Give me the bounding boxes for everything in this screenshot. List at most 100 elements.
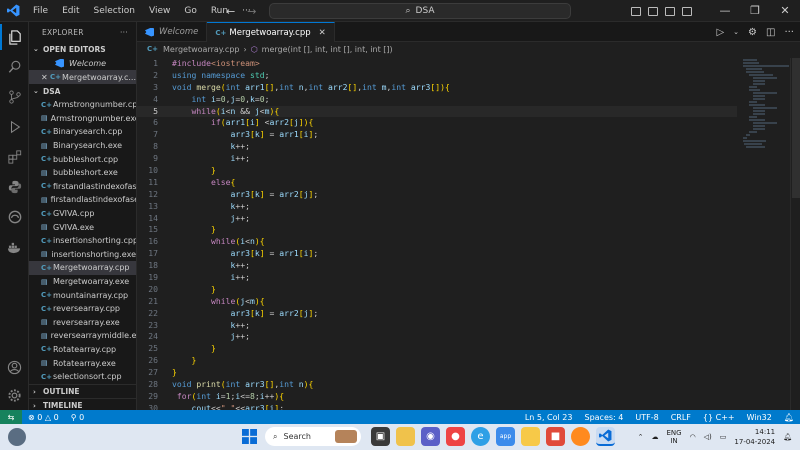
toggle-panel-icon[interactable] [648, 6, 658, 16]
customize-layout-icon[interactable] [682, 6, 692, 16]
close-icon[interactable]: ✕ [41, 73, 50, 82]
code-line[interactable]: 20 } [137, 284, 737, 296]
teams-chat-icon[interactable]: ◉ [421, 427, 440, 446]
language-indicator[interactable]: ENG IN [666, 429, 681, 445]
close-window-button[interactable]: ✕ [770, 0, 800, 22]
task-view-icon[interactable]: ▣ [371, 427, 390, 446]
cloud-icon[interactable]: ☁ [651, 433, 658, 441]
extensions-icon[interactable] [0, 144, 29, 170]
code-line[interactable]: 10 } [137, 165, 737, 177]
code-line[interactable]: 26 } [137, 355, 737, 367]
edge-devtools-icon[interactable] [0, 204, 29, 230]
line-ending[interactable]: CRLF [665, 413, 697, 422]
code-line[interactable]: 8 k++; [137, 141, 737, 153]
menu-item[interactable]: Go [177, 0, 203, 22]
store-app-icon[interactable]: app [496, 427, 515, 446]
code-line[interactable]: 7 arr3[k] = arr1[i]; [137, 129, 737, 141]
editor-scrollbar[interactable] [790, 58, 800, 410]
settings-gear-icon[interactable]: ⚙ [748, 27, 757, 38]
windows-start-icon[interactable] [240, 427, 259, 446]
explorer-files-icon[interactable] [0, 24, 29, 50]
menu-item[interactable]: View [142, 0, 177, 22]
vscode-taskbar-icon[interactable] [596, 427, 615, 446]
scrollbar-thumb[interactable] [792, 58, 800, 198]
code-line[interactable]: 17 arr3[k] = arr1[i]; [137, 248, 737, 260]
file-item[interactable]: ▤ insertionshorting.exe [29, 248, 136, 262]
file-item[interactable]: ▤ GVIVA.exe [29, 220, 136, 234]
file-item[interactable]: C+ Binarysearch.cpp [29, 125, 136, 139]
code-editor[interactable]: 1 #include<iostream> 2 using namespace std;… [137, 58, 737, 413]
wifi-icon[interactable]: ◠ [690, 433, 696, 441]
firefox-icon[interactable] [571, 427, 590, 446]
weather-widget-icon[interactable] [8, 428, 26, 446]
menu-item[interactable]: Edit [55, 0, 86, 22]
code-line[interactable]: 3 void merge(int arr1[],int n,int arr2[],… [137, 82, 737, 94]
chevron-up-icon[interactable]: ⌃ [638, 433, 644, 441]
file-item[interactable]: ▤ reversearraymiddle.exe [29, 329, 136, 343]
language-mode[interactable]: {} C++ [697, 413, 741, 422]
open-editors-section[interactable]: ⌄ OPEN EDITORS [29, 42, 136, 56]
indentation[interactable]: Spaces: 4 [578, 413, 629, 422]
notification-icon[interactable]: 🔔︎ [783, 433, 792, 441]
code-line[interactable]: 12 arr3[k] = arr2[j]; [137, 189, 737, 201]
account-icon[interactable] [0, 354, 29, 380]
menu-item[interactable]: Selection [87, 0, 142, 22]
file-item[interactable]: C+ GVIVA.cpp [29, 207, 136, 221]
code-line[interactable]: 27} [137, 367, 737, 379]
dsa-folder-section[interactable]: ⌄ DSA [29, 84, 136, 98]
source-control-icon[interactable] [0, 84, 29, 110]
code-line[interactable]: 4 int i=0,j=0,k=0; [137, 94, 737, 106]
maximize-button[interactable]: ❐ [740, 0, 770, 22]
office-icon[interactable]: ■ [546, 427, 565, 446]
file-explorer-icon[interactable] [521, 427, 540, 446]
minimap[interactable] [743, 58, 789, 148]
run-dropdown-icon[interactable]: ⌄ [733, 28, 739, 36]
code-line[interactable]: 5 while(i<n && j<m){ [137, 105, 737, 118]
back-arrow-icon[interactable]: ← [226, 5, 235, 18]
code-line[interactable]: 6 if(arr1[i] <arr2[j]){ [137, 117, 737, 129]
file-item[interactable]: ▤ Armstrongnumber.exe [29, 112, 136, 126]
file-item[interactable]: C+ reversearray.cpp [29, 302, 136, 316]
code-line[interactable]: 11 else{ [137, 177, 737, 189]
tab-welcome[interactable]: Welcome [137, 22, 208, 42]
settings-gear-icon[interactable] [0, 382, 29, 408]
file-item[interactable]: ▤ bubbleshort.exe [29, 166, 136, 180]
timeline-section[interactable]: › TIMELINE [29, 398, 136, 410]
open-editor-item[interactable]: ✕ C+ Mergetwoarray.c... [29, 70, 136, 84]
run-file-icon[interactable]: ▷ [716, 27, 724, 38]
code-line[interactable]: 18 k++; [137, 260, 737, 272]
ports-indicator[interactable]: ⚲ 0 [65, 413, 91, 422]
code-line[interactable]: 24 j++; [137, 331, 737, 343]
code-line[interactable]: 19 i++; [137, 272, 737, 284]
remote-indicator-icon[interactable]: ⇆ [0, 410, 22, 424]
edge-browser-icon[interactable]: e [471, 427, 490, 446]
more-actions-icon[interactable]: ··· [120, 28, 128, 37]
file-item[interactable]: C+ Armstrongnumber.cpp [29, 98, 136, 112]
platform[interactable]: Win32 [741, 413, 778, 422]
open-editor-item[interactable]: Welcome [29, 56, 136, 70]
minimize-button[interactable]: — [710, 0, 740, 22]
code-line[interactable]: 9 i++; [137, 153, 737, 165]
file-item[interactable]: ▤ Rotatearray.exe [29, 356, 136, 370]
code-line[interactable]: 16 while(i<n){ [137, 236, 737, 248]
code-line[interactable]: 25 } [137, 343, 737, 355]
split-editor-icon[interactable]: ◫ [766, 27, 775, 38]
battery-icon[interactable]: ▭ [720, 433, 727, 441]
code-line[interactable]: 15 } [137, 224, 737, 236]
volume-icon[interactable]: ◁) [704, 433, 712, 441]
file-item[interactable]: C+firstandlastindexofase... [29, 180, 136, 194]
close-tab-icon[interactable]: ✕ [319, 28, 326, 38]
code-line[interactable]: 14 j++; [137, 213, 737, 225]
command-center-search[interactable]: ⌕ DSA [269, 3, 571, 19]
tab-mergetwoarray[interactable]: C+ Mergetwoarray.cpp ✕ [207, 22, 335, 42]
file-item[interactable]: ▤ reversearray.exe [29, 316, 136, 330]
code-line[interactable]: 22 arr3[k] = arr2[j]; [137, 308, 737, 320]
file-item[interactable]: C+ insertionshorting.cpp [29, 234, 136, 248]
code-line[interactable]: 29 for(int i=1;i<=8;i++){ [137, 391, 737, 403]
problems-indicator[interactable]: ⊗ 0 △ 0 [22, 413, 65, 422]
toggle-sidebar-icon[interactable] [631, 6, 641, 16]
file-item[interactable]: C+ Rotatearray.cpp [29, 343, 136, 357]
code-line[interactable]: 1 #include<iostream> [137, 58, 737, 70]
notifications-bell-icon[interactable]: 🔔︎ [778, 413, 800, 422]
code-line[interactable]: 13 k++; [137, 201, 737, 213]
